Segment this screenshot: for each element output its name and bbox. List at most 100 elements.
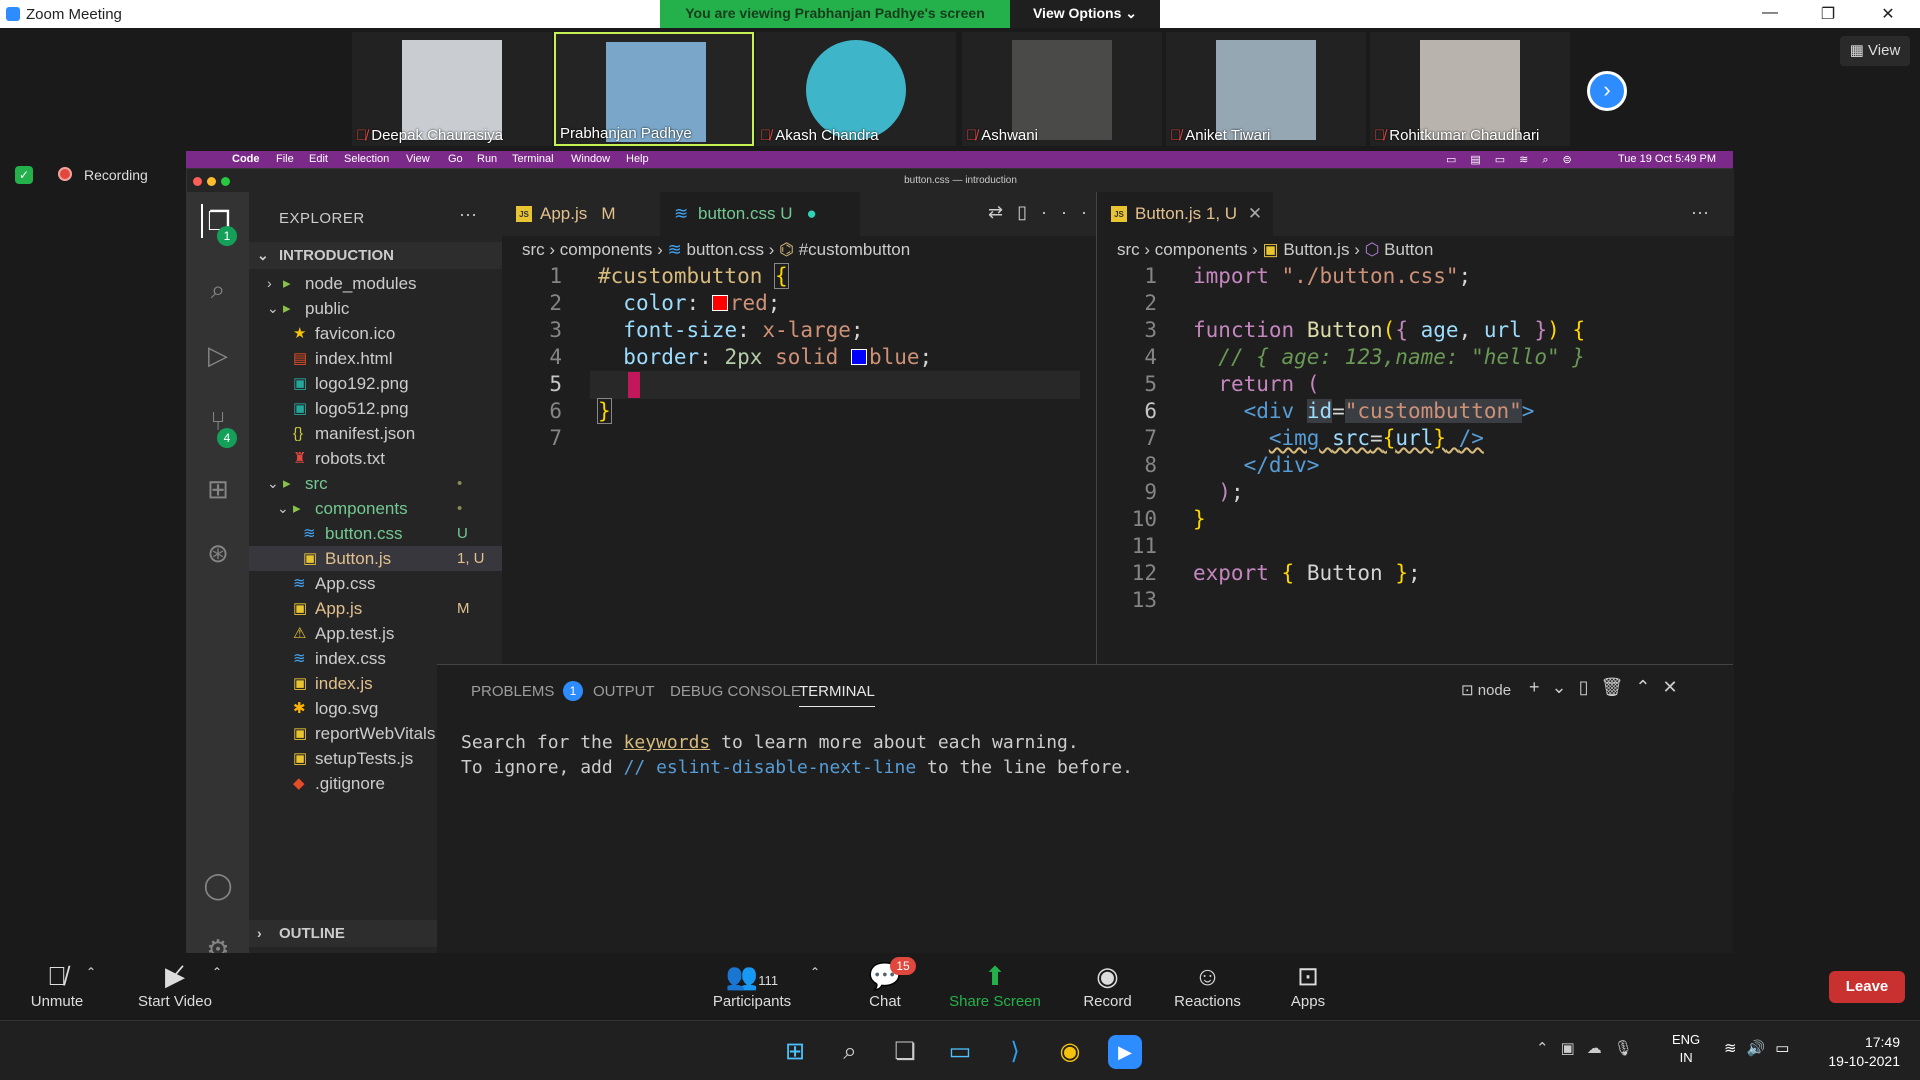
- search-icon[interactable]: ⌕: [201, 272, 235, 306]
- file-tree-item[interactable]: ▣ logo512.png: [249, 396, 502, 421]
- taskbar-clock[interactable]: 17:49 19-10-2021: [1810, 1033, 1900, 1071]
- file-tree-item[interactable]: ▣ logo192.png: [249, 371, 502, 396]
- terminal-shell-selector[interactable]: ⊡ node: [1461, 681, 1511, 699]
- file-tree-item[interactable]: ▣ App.js M: [249, 596, 502, 621]
- menu-window[interactable]: Window: [571, 153, 610, 165]
- restore-icon[interactable]: ❐: [1813, 4, 1843, 24]
- record-button[interactable]: ◉ Record: [1080, 961, 1135, 1010]
- file-tree-item[interactable]: ≋ App.css: [249, 571, 502, 596]
- menu-terminal[interactable]: Terminal: [512, 153, 554, 165]
- js-file-icon: ▣: [303, 550, 318, 567]
- file-tree-item[interactable]: ▤ index.html: [249, 346, 502, 371]
- menu-view[interactable]: View: [406, 153, 430, 165]
- network-volume-battery[interactable]: ≋🔊▭: [1724, 1039, 1799, 1057]
- extensions-icon[interactable]: ⊞: [201, 472, 235, 506]
- line-number: 3: [1144, 318, 1157, 342]
- file-tree-item[interactable]: ▣ Button.js 1, U: [249, 546, 502, 571]
- close-tab-icon[interactable]: ✕: [1248, 204, 1262, 223]
- start-video-button[interactable]: ▶̸ Start Video: [130, 961, 220, 1010]
- tab-problems[interactable]: PROBLEMS: [471, 683, 554, 700]
- new-terminal-icon: +⌄: [1529, 677, 1579, 697]
- minimize-icon[interactable]: —: [1755, 4, 1785, 22]
- account-icon[interactable]: ◯: [201, 868, 235, 902]
- system-tray-icons[interactable]: ⌃▣☁🎙: [1536, 1039, 1645, 1057]
- file-tree-item[interactable]: ⌄ ▸ components •: [249, 496, 502, 521]
- apps-button[interactable]: ⊡ Apps: [1288, 961, 1328, 1010]
- unmute-button[interactable]: 🎙̸ Unmute: [22, 961, 92, 1010]
- reactions-button[interactable]: ☺ Reactions: [1170, 961, 1245, 1010]
- line-number: 13: [1131, 588, 1157, 612]
- file-tree-item[interactable]: ♜ robots.txt: [249, 446, 502, 471]
- menu-go[interactable]: Go: [448, 153, 463, 165]
- more-actions-icon[interactable]: ···: [1691, 202, 1709, 223]
- audio-options-caret[interactable]: ⌃: [86, 965, 96, 979]
- minimize-window-icon[interactable]: [207, 177, 216, 186]
- participant-tile[interactable]: 🎙̸ Ashwani: [962, 32, 1162, 146]
- participant-tile-active-speaker[interactable]: Prabhanjan Padhye: [554, 32, 754, 146]
- participant-tile[interactable]: 🎙̸ Akash Chandra: [756, 32, 956, 146]
- file-tree-item[interactable]: ⌄ ▸ src •: [249, 471, 502, 496]
- more-actions-icon[interactable]: ···: [459, 204, 477, 225]
- menu-code[interactable]: Code: [232, 153, 260, 165]
- tab-terminal[interactable]: TERMINAL: [799, 683, 875, 707]
- star-file-icon: ★: [293, 325, 307, 342]
- video-options-caret[interactable]: ⌃: [212, 965, 222, 979]
- menu-edit[interactable]: Edit: [309, 153, 328, 165]
- menu-help[interactable]: Help: [626, 153, 649, 165]
- participant-tile[interactable]: 🎙̸ Aniket Tiwari: [1166, 32, 1366, 146]
- view-options-button[interactable]: View Options ⌄: [1010, 0, 1160, 28]
- language-indicator[interactable]: ENG IN: [1672, 1031, 1700, 1067]
- start-icon[interactable]: ⊞: [778, 1035, 812, 1069]
- encryption-shield-icon[interactable]: ✓: [15, 166, 33, 184]
- terminal-icon: ⊡: [1461, 682, 1478, 699]
- breadcrumb: src › components › ≋ button.css › ⌬ #cus…: [522, 240, 911, 259]
- menu-run[interactable]: Run: [477, 153, 497, 165]
- unsaved-dot-icon[interactable]: ●: [807, 204, 817, 223]
- tab-app-js[interactable]: JS App.js M: [502, 192, 660, 236]
- file-tree-item[interactable]: ⚠ App.test.js: [249, 621, 502, 646]
- tab-debug-console[interactable]: DEBUG CONSOLE: [670, 683, 801, 700]
- file-tree-item[interactable]: › ▸ node_modules: [249, 271, 502, 296]
- close-window-icon[interactable]: [193, 177, 202, 186]
- participant-tile[interactable]: 🎙̸ Rohitkumar Chaudhari: [1370, 32, 1570, 146]
- leave-button[interactable]: Leave: [1829, 971, 1905, 1003]
- code-line: <img src={url} />: [1268, 426, 1484, 450]
- record-icon: ◉: [1096, 961, 1119, 991]
- battery-icon: ▭: [1775, 1040, 1800, 1057]
- svg-file-icon: ✱: [293, 700, 306, 717]
- tab-button-js[interactable]: JS Button.js 1, U ✕: [1097, 192, 1273, 236]
- view-button[interactable]: ▦ View: [1840, 36, 1910, 66]
- task-view-icon[interactable]: ❏: [888, 1035, 922, 1069]
- next-page-button[interactable]: ›: [1587, 71, 1627, 111]
- line-number: 2: [1144, 291, 1157, 315]
- desktop-app-icon[interactable]: ▭: [943, 1035, 977, 1069]
- js-file-icon: ▣: [1262, 240, 1279, 259]
- participants-caret[interactable]: ⌃: [810, 965, 820, 979]
- git-graph-icon[interactable]: ⊛: [201, 536, 235, 570]
- menu-selection[interactable]: Selection: [344, 153, 389, 165]
- vscode-taskbar-icon[interactable]: ⟩: [998, 1035, 1032, 1069]
- share-screen-button[interactable]: ⬆ Share Screen: [945, 961, 1045, 1010]
- file-tree-item[interactable]: ≋ button.css U: [249, 521, 502, 546]
- file-tree-item[interactable]: {} manifest.json: [249, 421, 502, 446]
- file-tree-item[interactable]: ⌄ ▸ public: [249, 296, 502, 321]
- run-debug-icon[interactable]: ▷: [201, 338, 235, 372]
- chrome-icon[interactable]: ◉: [1053, 1035, 1087, 1069]
- project-section[interactable]: ⌄ INTRODUCTION: [249, 242, 502, 269]
- vscode-window: button.css — introduction ❐ 1 ⌕ ▷ ⑂ 4 ⊞ …: [186, 168, 1734, 964]
- zoom-window-icon[interactable]: [221, 177, 230, 186]
- search-icon[interactable]: ⌕: [833, 1035, 867, 1069]
- close-icon[interactable]: ✕: [1873, 4, 1903, 24]
- panel-actions[interactable]: +⌄▯🗑⌃✕: [1529, 677, 1690, 698]
- tab-output[interactable]: OUTPUT: [593, 683, 655, 700]
- participant-tile[interactable]: 🎙̸ Deepak Chaurasiya: [352, 32, 552, 146]
- muted-mic-icon: 🎙̸: [966, 127, 978, 144]
- editor-actions[interactable]: ⇄▯···: [988, 202, 1101, 223]
- file-tree-item[interactable]: ★ favicon.ico: [249, 321, 502, 346]
- menu-file[interactable]: File: [276, 153, 294, 165]
- zoom-taskbar-icon[interactable]: ▶: [1108, 1035, 1142, 1069]
- git-status: M: [457, 600, 470, 617]
- js-file-icon: ▣: [293, 600, 308, 617]
- participants-button[interactable]: 👥111 Participants: [707, 961, 797, 1010]
- tab-button-css[interactable]: ≋ button.css U ●: [660, 192, 860, 236]
